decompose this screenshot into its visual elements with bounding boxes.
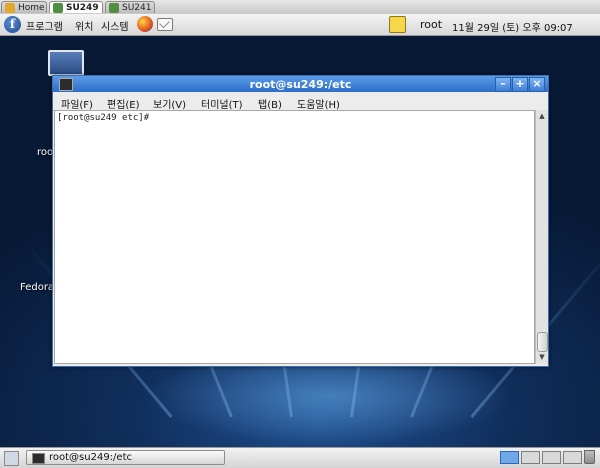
- notes-icon[interactable]: [389, 16, 406, 33]
- window-titlebar[interactable]: root@su249:/etc – + ×: [53, 76, 548, 92]
- scroll-up-icon[interactable]: ▲: [537, 111, 547, 121]
- fedora-logo-icon[interactable]: f: [4, 16, 21, 33]
- menu-places[interactable]: 위치: [75, 18, 93, 33]
- panel-clock[interactable]: 11월 29일 (토) 오후 09:07: [452, 19, 573, 34]
- window-title: root@su249:/etc: [249, 78, 352, 91]
- computer-desktop-icon[interactable]: [48, 50, 84, 76]
- menu-help[interactable]: 도움말(H): [297, 96, 340, 111]
- scrollbar-thumb[interactable]: [537, 332, 548, 352]
- tab-label: SU249: [66, 3, 99, 13]
- top-panel: f 프로그램 위치 시스템 root 11월 29일 (토) 오후 09:07: [0, 14, 600, 36]
- maximize-button[interactable]: +: [512, 77, 528, 92]
- terminal-menubar: 파일(F) 편집(E) 보기(V) 터미널(T) 탭(B) 도움말(H): [53, 92, 548, 111]
- menu-edit[interactable]: 편집(E): [107, 96, 140, 111]
- workspace-3[interactable]: [542, 451, 561, 464]
- shell-prompt: [root@su249 etc]#: [57, 113, 150, 123]
- menu-view[interactable]: 보기(V): [153, 96, 186, 111]
- mail-launcher-icon[interactable]: [157, 18, 173, 31]
- show-desktop-icon[interactable]: [4, 451, 19, 466]
- remote-desktop-icon: [109, 3, 119, 13]
- close-button[interactable]: ×: [529, 77, 545, 92]
- taskbar-window-label: root@su249:/etc: [49, 452, 132, 463]
- terminal-output-area[interactable]: [root@su249 etc]#: [54, 110, 535, 364]
- bottom-panel: root@su249:/etc: [0, 447, 600, 468]
- terminal-scrollbar[interactable]: ▲ ▼: [535, 110, 548, 364]
- tab-su241[interactable]: SU241: [105, 1, 155, 13]
- home-icon: [5, 3, 15, 13]
- viewer-tab-bar: Home SU249 SU241: [0, 0, 600, 15]
- tab-home[interactable]: Home: [1, 1, 47, 13]
- remote-desktop-icon: [53, 3, 63, 13]
- minimize-button[interactable]: –: [495, 77, 511, 92]
- tab-label: SU241: [122, 3, 152, 13]
- workspace-1[interactable]: [500, 451, 519, 464]
- panel-username[interactable]: root: [420, 18, 442, 31]
- menu-applications[interactable]: 프로그램: [26, 18, 63, 33]
- terminal-window: root@su249:/etc – + × 파일(F) 편집(E) 보기(V) …: [52, 75, 549, 367]
- taskbar-window-button[interactable]: root@su249:/etc: [26, 450, 225, 465]
- firefox-launcher-icon[interactable]: [137, 16, 153, 32]
- workspace-4[interactable]: [563, 451, 582, 464]
- menu-terminal[interactable]: 터미널(T): [201, 96, 243, 111]
- terminal-icon: [32, 453, 45, 464]
- scroll-down-icon[interactable]: ▼: [537, 352, 547, 362]
- desktop-icon-label-fedora[interactable]: Fedora: [20, 282, 54, 293]
- tab-label: Home: [18, 3, 45, 13]
- menu-system[interactable]: 시스템: [101, 18, 129, 33]
- desktop-icon-label-home[interactable]: roo: [37, 147, 53, 158]
- menu-file[interactable]: 파일(F): [61, 96, 93, 111]
- workspace-2[interactable]: [521, 451, 540, 464]
- trash-icon[interactable]: [584, 450, 595, 464]
- tab-su249[interactable]: SU249: [49, 1, 103, 13]
- menu-tabs[interactable]: 탭(B): [258, 96, 282, 111]
